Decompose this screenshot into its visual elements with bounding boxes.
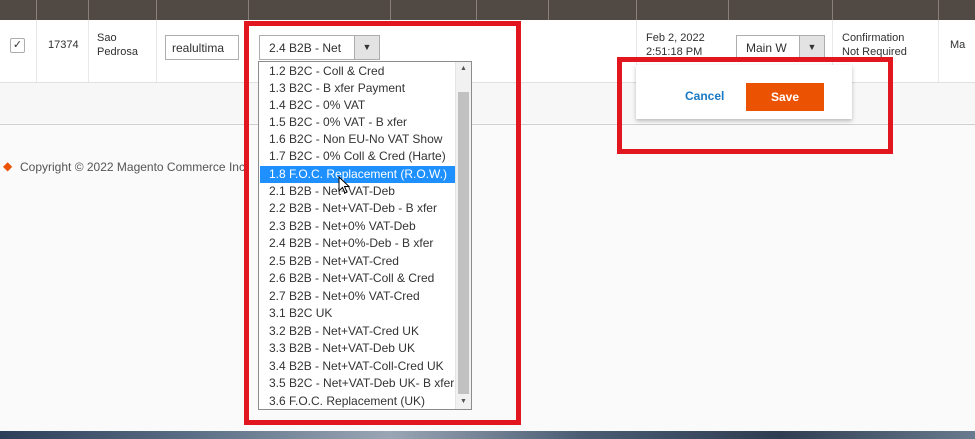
ship-reference-input[interactable]: realultima (165, 35, 239, 60)
header-col-separator (156, 0, 157, 20)
order-date: Feb 2, 2022 (646, 32, 705, 44)
header-col-separator (390, 0, 391, 20)
truncated-column: Ma (950, 39, 966, 51)
grid-header-bar (0, 0, 975, 20)
status-line-1: Confirmation (842, 32, 905, 44)
warehouse-selected-value: Main W (746, 41, 787, 55)
header-col-separator (938, 0, 939, 20)
header-col-separator (476, 0, 477, 20)
chevron-down-icon[interactable]: ▼ (799, 36, 824, 59)
taskbar-strip (0, 431, 975, 439)
row-col-separator (36, 20, 37, 82)
order-id: 17374 (48, 39, 79, 51)
header-col-separator (832, 0, 833, 20)
magento-logo-icon: ◆ (3, 159, 13, 173)
header-col-separator (36, 0, 37, 20)
row-col-separator (156, 20, 157, 82)
annotation-highlight-box (244, 21, 521, 425)
header-col-separator (248, 0, 249, 20)
ship-city: Sao Pedrosa (97, 32, 138, 58)
header-col-separator (88, 0, 89, 20)
row-col-separator (88, 20, 89, 82)
copyright-text: Copyright © 2022 Magento Commerce Inc. (20, 160, 249, 174)
header-col-separator (548, 0, 549, 20)
row-col-separator (938, 20, 939, 82)
row-select-checkbox[interactable]: ✓ (10, 38, 25, 53)
header-col-separator (636, 0, 637, 20)
header-col-separator (728, 0, 729, 20)
annotation-highlight-box (617, 57, 893, 154)
